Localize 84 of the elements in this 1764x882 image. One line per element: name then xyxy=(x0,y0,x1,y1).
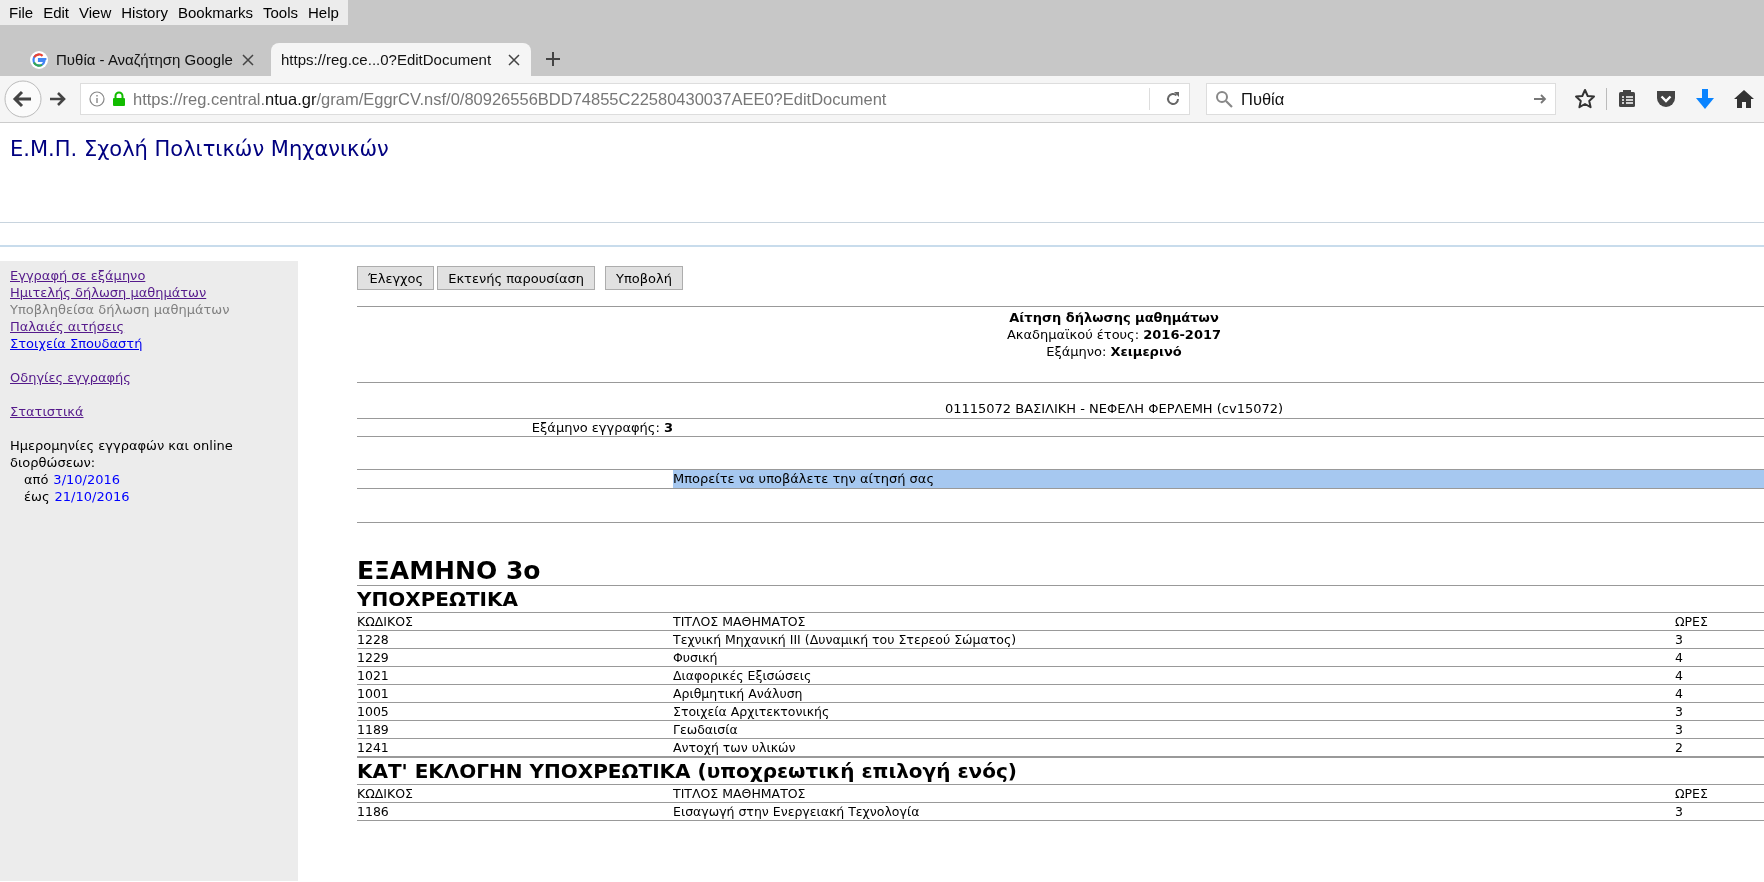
form-button[interactable]: Υποβολή xyxy=(605,266,683,290)
search-field[interactable]: Πυθία xyxy=(1206,83,1556,115)
table-cell: Αριθμητική Ανάλυση xyxy=(673,684,1675,703)
table-cell: 1189 xyxy=(357,720,673,739)
star-icon[interactable] xyxy=(1574,88,1596,110)
table-cell: 3 xyxy=(1675,720,1764,739)
column-header: ΚΩΔΙΚΟΣ xyxy=(357,612,673,631)
table-cell: Αντοχή των υλικών xyxy=(673,738,1675,757)
status-message: Μπορείτε να υποβάλετε την αίτησή σας xyxy=(673,470,1764,488)
menu-item[interactable]: Tools xyxy=(258,4,303,21)
form-info-text: Εξάμηνο: Χειμερινό xyxy=(1046,343,1182,360)
address-field[interactable]: https://reg.central.ntua.gr/gram/EggrCV.nsf/0/80926556BDD74855C22580430037AEE0?EditDocument xyxy=(80,83,1190,115)
lock-icon xyxy=(112,91,126,107)
enrollment-semester: Εξάμηνο εγγραφής: 3 xyxy=(530,419,673,436)
semester-heading: ΕΞΑΜΗΝΟ 3ο xyxy=(357,557,541,585)
form-button[interactable]: Έλεγχος xyxy=(357,266,435,290)
table-cell: Εισαγωγή στην Ενεργειακή Τεχνολογία xyxy=(673,802,1675,821)
search-icon xyxy=(1215,90,1233,108)
table-cell: 4 xyxy=(1675,684,1764,703)
column-header: ΤΙΤΛΟΣ ΜΑΘΗΜΑΤΟΣ xyxy=(673,784,1675,803)
date-value: 3/10/2016 xyxy=(53,472,121,487)
student-info: 01115072 ΒΑΣΙΛΙΚΗ - ΝΕΦΕΛΗ ΦΕΡΛΕΜΗ (cv15072) xyxy=(944,401,1284,416)
table-cell: Τεχνική Μηχανική ΙΙΙ (Δυναμική του Στερεού Σώματος) xyxy=(673,630,1675,649)
dates-note: Ημερομηνίες εγγραφών και online διορθώσεων: xyxy=(10,437,234,471)
table-cell: Διαφορικές Εξισώσεις xyxy=(673,666,1675,685)
table-cell: 3 xyxy=(1675,802,1764,821)
table-cell: Γεωδαισία xyxy=(673,720,1675,739)
tab-title: Πυθία - Αναζήτηση Google xyxy=(56,51,233,68)
table-cell: 1229 xyxy=(357,648,673,667)
sidebar-link[interactable]: Ημιτελής δήλωση μαθημάτων xyxy=(10,284,207,301)
table-cell: 3 xyxy=(1675,702,1764,721)
table-cell: 4 xyxy=(1675,648,1764,667)
browser-tab[interactable]: Πυθία - Αναζήτηση Google xyxy=(20,43,265,76)
sidebar-link[interactable]: Οδηγίες εγγραφής xyxy=(10,369,131,386)
date-label: από xyxy=(24,472,49,487)
forward-icon[interactable] xyxy=(48,90,66,108)
info-icon xyxy=(89,91,105,107)
site-title: Ε.Μ.Π. Σχολή Πολιτικών Μηχανικών xyxy=(10,137,390,161)
close-icon[interactable] xyxy=(241,52,255,67)
table-cell: 2 xyxy=(1675,738,1764,757)
pocket-icon[interactable] xyxy=(1655,89,1677,109)
sidebar-link[interactable]: Παλαιές αιτήσεις xyxy=(10,318,125,335)
sidebar-item: Υποβληθείσα δήλωση μαθημάτων xyxy=(10,301,230,318)
date-label: έως xyxy=(24,489,50,504)
download-icon[interactable] xyxy=(1695,88,1715,110)
tab-title: https://reg.ce...0?EditDocument xyxy=(281,51,493,68)
url-text: https://reg.central.ntua.gr/gram/EggrCV.nsf/0/80926556BDD74855C22580430037AEE0?EditDocument xyxy=(133,89,888,109)
section-heading: ΥΠΟΧΡΕΩΤΙΚΑ xyxy=(357,585,1764,612)
date-value: 21/10/2016 xyxy=(54,489,130,504)
new-tab-icon[interactable] xyxy=(545,51,561,67)
go-arrow-icon[interactable] xyxy=(1533,93,1547,105)
column-header: ΚΩΔΙΚΟΣ xyxy=(357,784,673,803)
table-cell: 1186 xyxy=(357,802,673,821)
sidebar-link[interactable]: Στοιχεία Σπουδαστή xyxy=(10,335,143,352)
table-cell: 1228 xyxy=(357,630,673,649)
menu-item[interactable]: History xyxy=(116,4,173,21)
table-cell: Φυσική xyxy=(673,648,1675,667)
menu-item[interactable]: Edit xyxy=(38,4,75,21)
table-cell: 1005 xyxy=(357,702,673,721)
sidebar-link[interactable]: Εγγραφή σε εξάμηνο xyxy=(10,267,146,284)
home-icon[interactable] xyxy=(1733,89,1755,109)
section-heading: ΚΑΤ' ΕΚΛΟΓΗΝ ΥΠΟΧΡΕΩΤΙΚΑ (υποχρεωτική επιλογή ενός) xyxy=(357,757,1764,784)
table-cell: 1001 xyxy=(357,684,673,703)
menu-item[interactable]: Help xyxy=(303,4,344,21)
back-icon[interactable] xyxy=(4,80,42,118)
menu-item[interactable]: View xyxy=(74,4,117,21)
column-header: ΤΙΤΛΟΣ ΜΑΘΗΜΑΤΟΣ xyxy=(673,612,1675,631)
form-button[interactable]: Εκτενής παρουσίαση xyxy=(437,266,596,290)
form-title: Αίτηση δήλωσης μαθημάτων xyxy=(1009,309,1219,326)
close-icon[interactable] xyxy=(507,52,521,67)
table-cell: Στοιχεία Αρχιτεκτονικής xyxy=(673,702,1675,721)
table-cell: 4 xyxy=(1675,666,1764,685)
column-header: ΩΡΕΣ xyxy=(1675,612,1764,631)
form-info-text: Ακαδημαϊκού έτους: 2016-2017 xyxy=(1006,326,1222,343)
library-icon[interactable] xyxy=(1617,89,1637,109)
reload-icon[interactable] xyxy=(1165,91,1181,107)
column-header: ΩΡΕΣ xyxy=(1675,784,1764,803)
menu-item[interactable]: Bookmarks xyxy=(172,4,258,21)
browser-tab[interactable]: https://reg.ce...0?EditDocument xyxy=(271,43,531,76)
menu-item[interactable]: File xyxy=(4,4,39,21)
sidebar-link[interactable]: Στατιστικά xyxy=(10,403,84,420)
table-cell: 1021 xyxy=(357,666,673,685)
table-cell: 3 xyxy=(1675,630,1764,649)
table-cell: 1241 xyxy=(357,738,673,757)
